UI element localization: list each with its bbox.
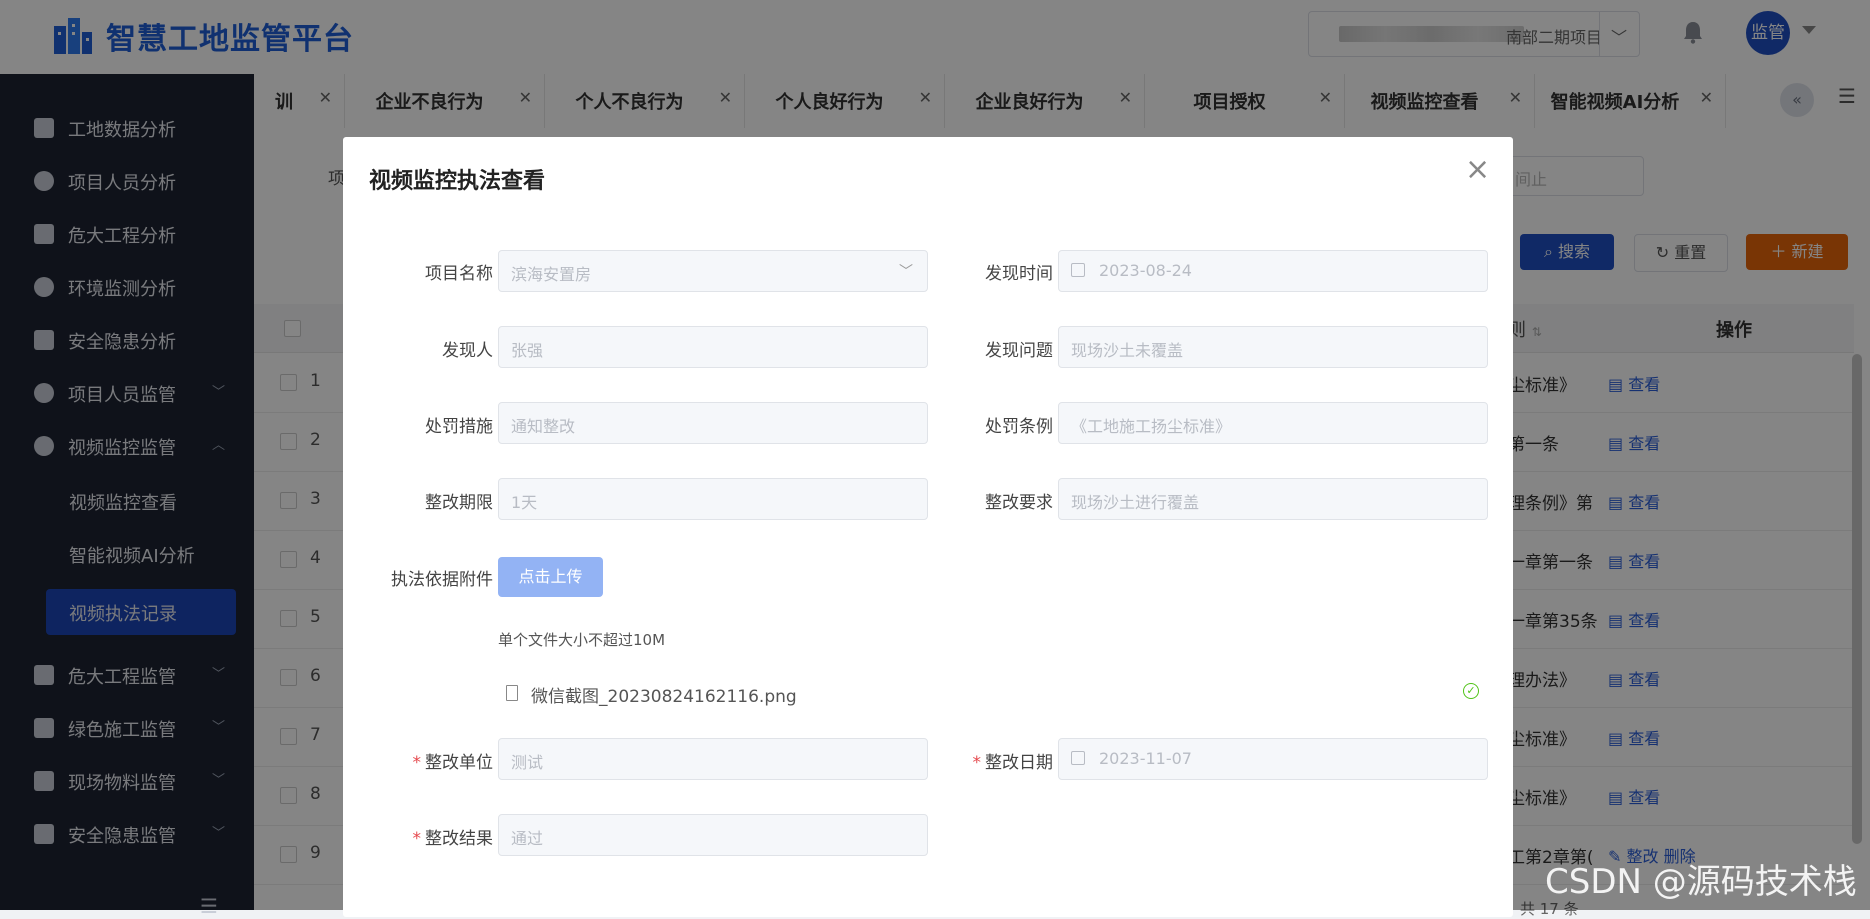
rect-date-label-text: 整改日期 — [985, 753, 1053, 773]
upload-tip: 单个文件大小不超过10M — [498, 631, 666, 649]
document-icon — [506, 685, 518, 701]
project-name-select[interactable]: 滨海安置房 ﹀ — [498, 250, 928, 292]
required-mark: * — [412, 753, 422, 773]
rect-unit-input[interactable]: 测试 — [498, 738, 928, 780]
project-name-value: 滨海安置房 — [511, 265, 592, 284]
close-icon[interactable]: × — [1465, 155, 1490, 185]
requirement-input[interactable]: 现场沙土进行覆盖 — [1058, 478, 1488, 520]
enforcement-detail-dialog: 视频监控执法查看 × 项目名称 滨海安置房 ﹀ 发现时间 2023-08-24 … — [343, 137, 1513, 917]
required-mark: * — [972, 753, 982, 773]
discoverer-input[interactable]: 张强 — [498, 326, 928, 368]
problem-value: 现场沙土未覆盖 — [1071, 341, 1184, 360]
rect-result-input[interactable]: 通过 — [498, 814, 928, 856]
deadline-label: 整改期限 — [425, 493, 493, 513]
discoverer-label: 发现人 — [442, 341, 493, 361]
rect-result-label-text: 整改结果 — [425, 829, 493, 849]
rect-unit-value: 测试 — [511, 753, 544, 772]
problem-input[interactable]: 现场沙土未覆盖 — [1058, 326, 1488, 368]
discover-time-label: 发现时间 — [985, 264, 1053, 284]
measure-input[interactable]: 通知整改 — [498, 402, 928, 444]
discover-time-input[interactable]: 2023-08-24 — [1058, 250, 1488, 292]
problem-label: 发现问题 — [985, 341, 1053, 361]
csdn-watermark: CSDN @源码技术栈 — [1545, 862, 1857, 902]
measure-label: 处罚措施 — [425, 417, 493, 437]
regulation-value: 《工地施工扬尘标准》 — [1071, 417, 1232, 436]
rect-date-label: * 整改日期 — [903, 748, 1054, 773]
dialog-title: 视频监控执法查看 — [369, 169, 546, 194]
calendar-icon — [1071, 263, 1085, 277]
discover-time-value: 2023-08-24 — [1099, 261, 1192, 280]
regulation-input[interactable]: 《工地施工扬尘标准》 — [1058, 402, 1488, 444]
deadline-value: 1天 — [511, 493, 538, 512]
rect-unit-label: * 整改单位 — [343, 748, 494, 773]
rect-result-label: * 整改结果 — [343, 824, 494, 849]
discoverer-value: 张强 — [511, 341, 544, 360]
project-name-label: 项目名称 — [425, 264, 493, 284]
deadline-input[interactable]: 1天 — [498, 478, 928, 520]
rect-date-input[interactable]: 2023-11-07 — [1058, 738, 1488, 780]
requirement-value: 现场沙土进行覆盖 — [1071, 493, 1200, 512]
attachment-file-link[interactable]: 微信截图_20230824162116.png — [531, 682, 797, 707]
rect-date-value: 2023-11-07 — [1099, 749, 1192, 768]
measure-value: 通知整改 — [511, 417, 576, 436]
attachment-label: 执法依据附件 — [391, 570, 493, 590]
check-circle-icon: ✓ — [1463, 683, 1479, 699]
rect-result-value: 通过 — [511, 829, 544, 848]
upload-button[interactable]: 点击上传 — [498, 557, 603, 597]
required-mark: * — [412, 829, 422, 849]
regulation-label: 处罚条例 — [985, 417, 1053, 437]
requirement-label: 整改要求 — [985, 493, 1053, 513]
calendar-icon — [1071, 751, 1085, 765]
rect-unit-label-text: 整改单位 — [425, 753, 493, 773]
